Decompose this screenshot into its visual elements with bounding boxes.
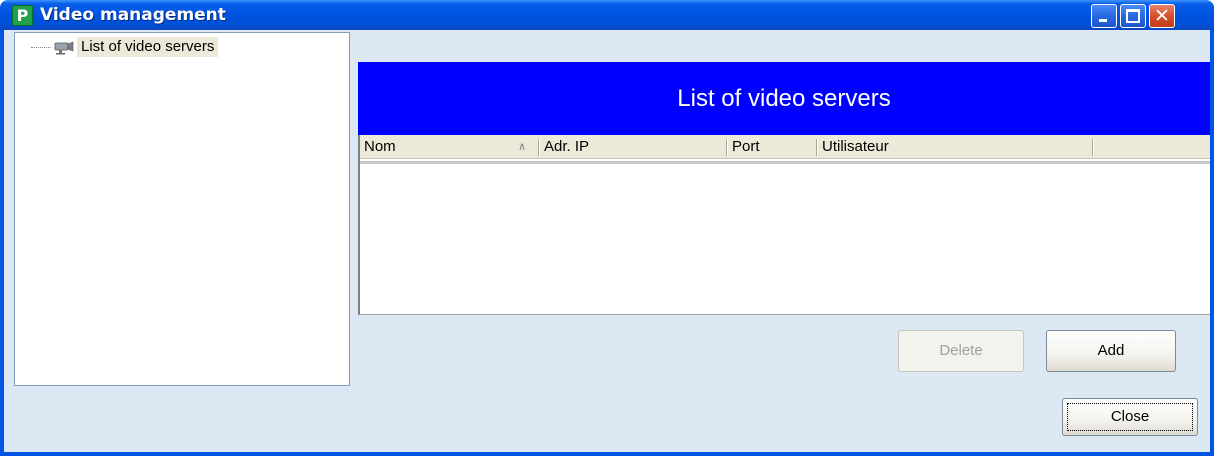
panel-header: List of video servers (358, 62, 1210, 135)
column-header-port[interactable]: Port (728, 135, 818, 159)
server-list-view[interactable]: Nom ∧ Adr. IP Port Utilisateur (358, 135, 1210, 315)
column-header-ip[interactable]: Adr. IP (540, 135, 728, 159)
column-label-nom: Nom (364, 138, 396, 155)
tree-connector-line (31, 47, 51, 48)
close-icon: ✕ (1154, 5, 1170, 27)
column-header-utilisateur[interactable]: Utilisateur (818, 135, 1094, 159)
maximize-icon (1126, 9, 1140, 23)
tree-item-video-servers[interactable]: List of video servers (77, 37, 219, 57)
title-bar[interactable]: P Video management ✕ (0, 0, 1214, 30)
close-button[interactable]: Close (1062, 398, 1198, 436)
maximize-button[interactable] (1120, 4, 1146, 28)
column-header-nom[interactable]: Nom ∧ (360, 135, 540, 159)
window-title: Video management (40, 5, 226, 25)
column-label-port: Port (732, 138, 760, 155)
sort-ascending-icon: ∧ (518, 141, 527, 153)
close-window-button[interactable]: ✕ (1149, 4, 1175, 28)
focus-indicator (1067, 403, 1193, 431)
camera-icon (54, 41, 74, 55)
minimize-icon (1099, 19, 1107, 22)
column-header-filler (1094, 135, 1210, 159)
minimize-button[interactable] (1091, 4, 1117, 28)
column-label-ip: Adr. IP (544, 138, 590, 155)
add-button[interactable]: Add (1046, 330, 1176, 372)
column-label-utilisateur: Utilisateur (822, 138, 889, 155)
server-list-panel: List of video servers Nom ∧ Adr. IP Port… (358, 62, 1210, 386)
delete-button[interactable]: Delete (898, 330, 1024, 372)
server-tree[interactable]: List of video servers (14, 32, 350, 386)
server-list-body[interactable] (360, 161, 1210, 314)
app-icon[interactable]: P (12, 5, 33, 26)
video-management-window: P Video management ✕ List of video serve… (0, 0, 1214, 456)
